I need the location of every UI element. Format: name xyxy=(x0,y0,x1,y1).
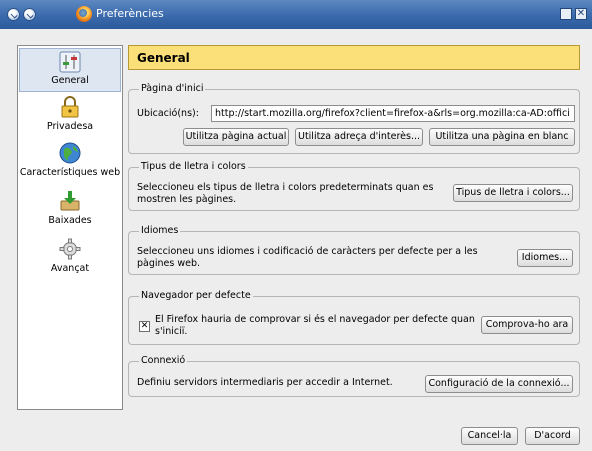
globe-icon xyxy=(59,142,81,164)
languages-button[interactable]: Idiomes... xyxy=(517,249,573,267)
gear-icon xyxy=(59,238,81,260)
default-browser-legend: Navegador per defecte xyxy=(139,290,253,301)
sidebar-item-label: Privadesa xyxy=(46,121,94,132)
check-now-button[interactable]: Comprova-ho ara xyxy=(481,316,573,334)
connection-group: Connexió Definiu servidors intermediaris… xyxy=(128,355,580,397)
sidebar-item-label: Avançat xyxy=(50,263,90,274)
close-button[interactable]: ✕ xyxy=(575,8,587,20)
homepage-legend: Pàgina d'inici xyxy=(139,83,206,94)
check-default-browser-checkbox[interactable]: ✕ xyxy=(139,321,150,332)
sidebar-item-advanced[interactable]: Avançat xyxy=(18,238,122,274)
download-icon xyxy=(59,190,81,212)
window-title: Preferències xyxy=(96,7,164,20)
default-browser-group: Navegador per defecte ✕ El Firefox hauri… xyxy=(128,290,580,345)
sidebar-item-label: General xyxy=(51,75,89,86)
sidebar-item-web-features[interactable]: Característiques web xyxy=(18,142,122,178)
sidebar-item-label: Característiques web xyxy=(19,167,121,178)
category-sidebar: General Privadesa Característiques web B… xyxy=(17,45,123,410)
homepage-group: Pàgina d'inici Ubicació(ns): http://star… xyxy=(128,83,580,154)
minimize-button[interactable] xyxy=(23,8,36,21)
ok-button[interactable]: D'acord xyxy=(525,427,580,445)
padlock-icon xyxy=(59,96,81,118)
fonts-colors-legend: Tipus de lletra i colors xyxy=(139,161,248,172)
fonts-colors-group: Tipus de lletra i colors Seleccioneu els… xyxy=(128,161,580,211)
sidebar-item-general[interactable]: General xyxy=(19,48,121,92)
sidebar-item-privadesa[interactable]: Privadesa xyxy=(18,96,122,132)
general-settings-icon xyxy=(59,51,81,73)
firefox-icon xyxy=(76,6,92,22)
languages-legend: Idiomes xyxy=(139,225,181,236)
connection-legend: Connexió xyxy=(139,355,188,366)
use-current-page-button[interactable]: Utilitza pàgina actual xyxy=(183,128,289,146)
window-menu-button[interactable] xyxy=(7,8,20,21)
homepage-url-input[interactable]: http://start.mozilla.org/firefox?client=… xyxy=(211,105,575,122)
connection-description: Definiu servidors intermediaris per acce… xyxy=(137,377,393,388)
cancel-button[interactable]: Cancel·la xyxy=(461,427,518,445)
connection-settings-button[interactable]: Configuració de la connexió... xyxy=(425,375,573,393)
languages-group: Idiomes Seleccioneu uns idiomes i codifi… xyxy=(128,225,580,275)
preferences-window: Preferències ✕ General Privadesa Caracte… xyxy=(0,0,592,451)
use-blank-page-button[interactable]: Utilitza una pàgina en blanc xyxy=(429,128,575,146)
maximize-button[interactable] xyxy=(560,8,572,20)
use-bookmark-button[interactable]: Utilitza adreça d'interès... xyxy=(295,128,423,146)
fonts-colors-button[interactable]: Tipus de lletra i colors... xyxy=(453,184,573,202)
location-label: Ubicació(ns): xyxy=(137,108,199,119)
title-bar: Preferències ✕ xyxy=(0,0,592,29)
sidebar-item-downloads[interactable]: Baixades xyxy=(18,190,122,226)
page-title: General xyxy=(128,45,580,70)
fonts-colors-description: Seleccioneu els tipus de lletra i colors… xyxy=(137,182,434,205)
languages-description: Seleccioneu uns idiomes i codificació de… xyxy=(137,246,478,269)
sidebar-item-label: Baixades xyxy=(48,215,92,226)
check-default-browser-label: El Firefox hauria de comprovar si és el … xyxy=(155,314,475,337)
